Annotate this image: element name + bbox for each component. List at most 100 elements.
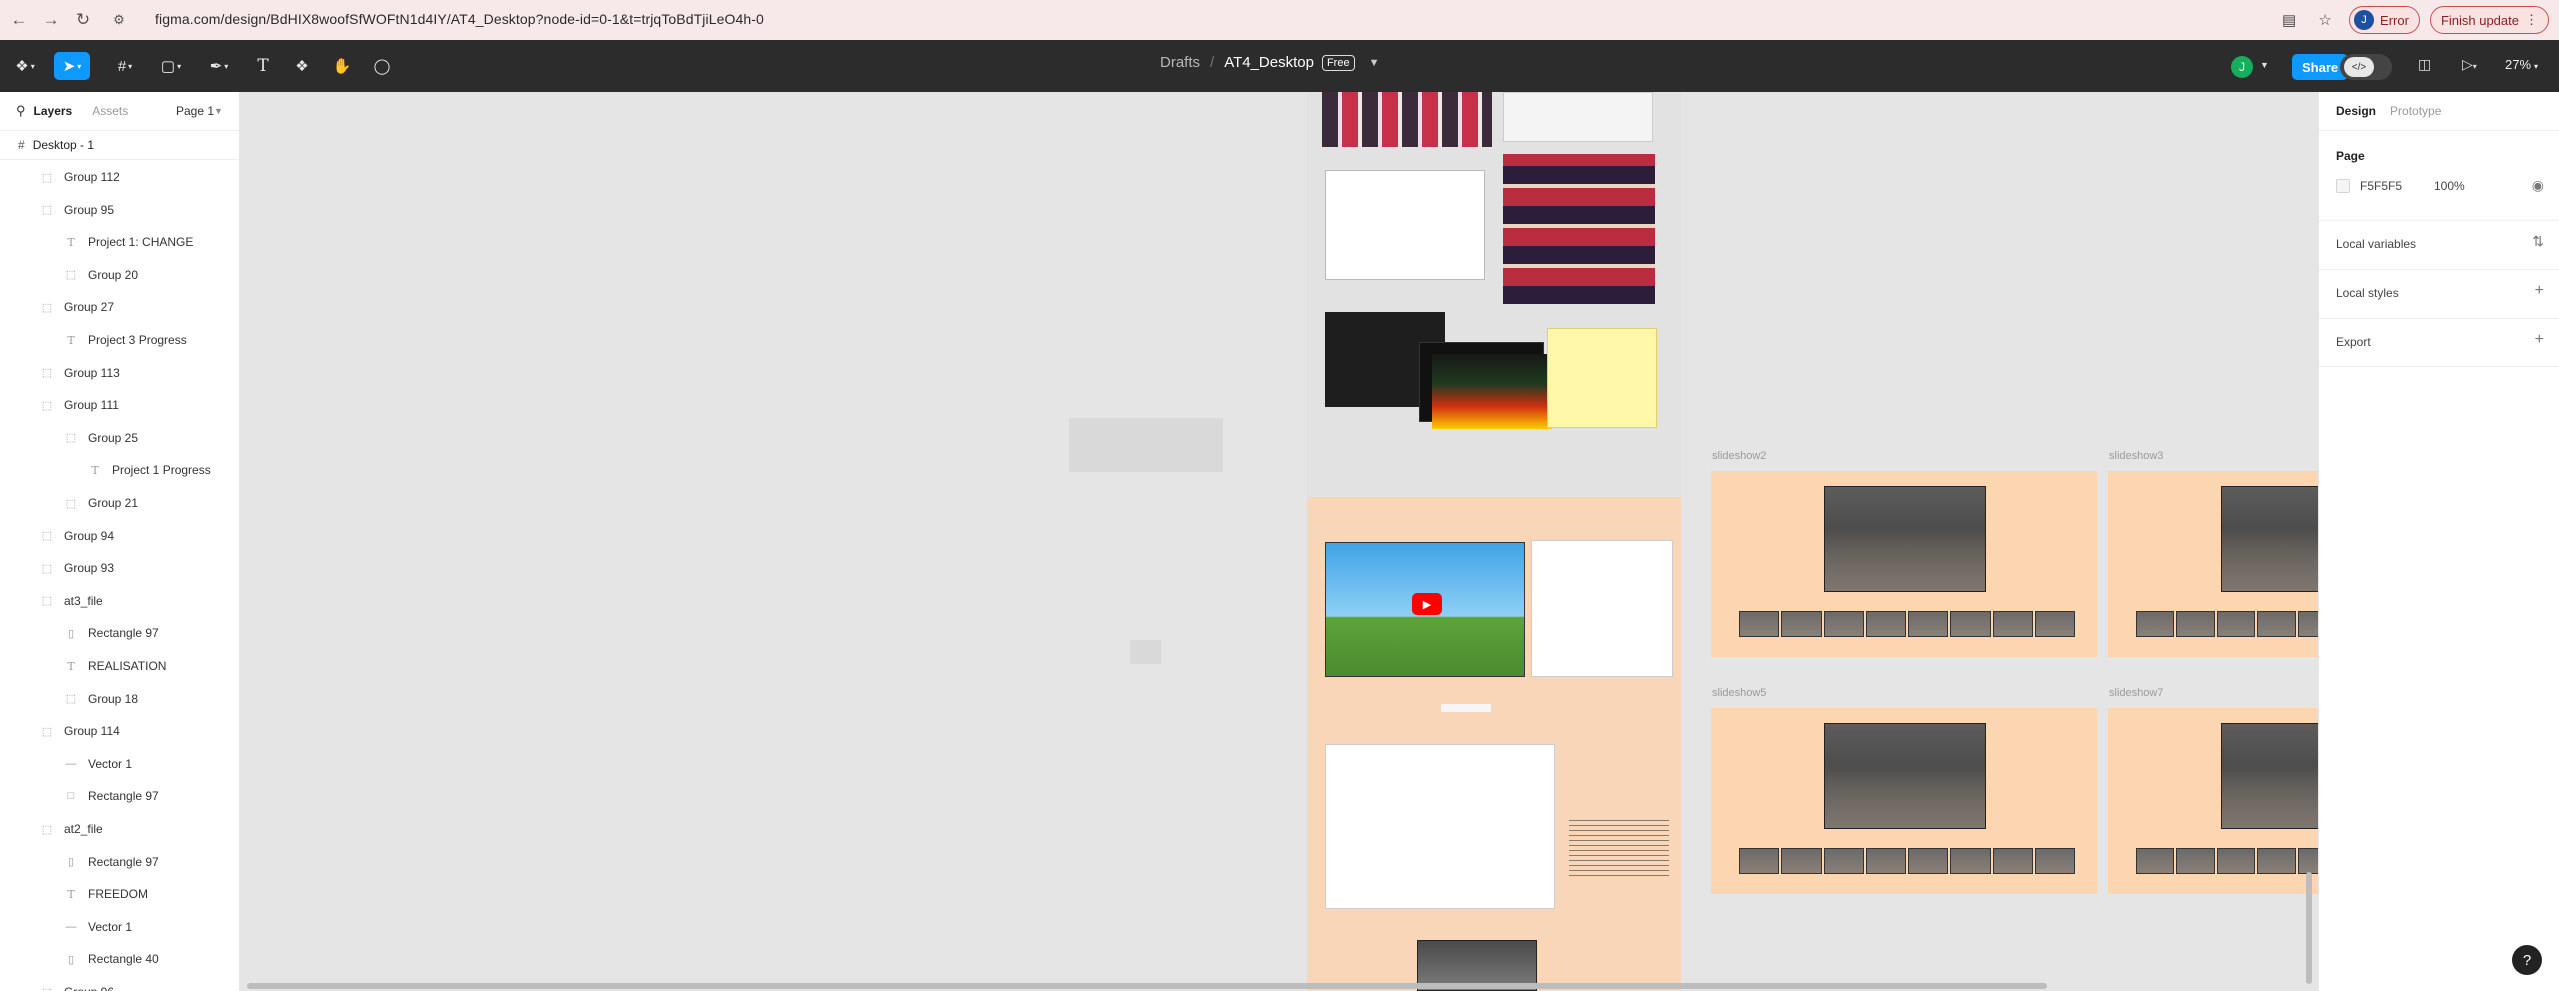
group-icon: ⬚ [65, 432, 77, 445]
tab-design[interactable]: Design [2336, 104, 2376, 118]
layer-row[interactable]: ⬚ Group 18 [64, 683, 138, 715]
frame-label-slideshow3[interactable]: slideshow3 [2109, 450, 2163, 462]
user-avatar[interactable]: J [2231, 56, 2253, 78]
frame-tool-icon[interactable]: # ▾ [110, 52, 140, 80]
text-icon: T [67, 887, 75, 901]
comment-icon[interactable]: ◯ [370, 52, 394, 80]
frame-label-slideshow5[interactable]: slideshow5 [1712, 687, 1766, 699]
slideshow5-frame[interactable] [1711, 708, 2097, 894]
layer-row[interactable]: ⬚ Group 95 [40, 194, 114, 226]
present-play-icon[interactable]: ▷▾ [2462, 56, 2477, 73]
figma-toolbar: ❖ ▾ ➤ ▾ # ▾ ▢ ▾ ✒ ▾ T ❖ ✋ ◯ Drafts / AT4_Desk… [0, 40, 2559, 92]
layer-row[interactable]: ⬚ Group 21 [64, 487, 138, 519]
layer-row[interactable]: T Project 3 Progress [64, 324, 186, 356]
plan-badge: Free [1321, 54, 1355, 71]
frame-label-slideshow2[interactable]: slideshow2 [1712, 450, 1766, 462]
slideshow7-frame[interactable] [2108, 708, 2318, 894]
page-color-hex[interactable]: F5F5F5 [2360, 179, 2434, 193]
layer-label: FREEDOM [88, 887, 148, 902]
variables-settings-icon[interactable]: ⇅ [2532, 233, 2544, 250]
tab-layers[interactable]: Layers [34, 104, 73, 118]
design-canvas[interactable]: ▶ slideshow2 slideshow3 slideshow5 slide… [241, 92, 2318, 991]
chevron-down-icon[interactable]: ▼ [214, 106, 223, 116]
layer-row[interactable]: T FREEDOM [64, 878, 148, 910]
layer-row[interactable]: ⬚ at2_file [40, 813, 103, 845]
layer-row[interactable]: T Project 1 Progress [88, 454, 210, 486]
search-icon[interactable]: ⚲ [16, 103, 26, 119]
local-variables-section[interactable]: Local variables ⇅ [2319, 220, 2559, 269]
page-color-row[interactable]: F5F5F5 100% [2336, 179, 2465, 193]
layer-row[interactable]: ⬚ Group 96 [40, 976, 114, 991]
layer-row[interactable]: ▯ Rectangle 97 [64, 846, 159, 878]
layer-row[interactable]: ⬚ Group 113 [40, 357, 120, 389]
finish-update-button[interactable]: Finish update ⋮ [2429, 6, 2549, 34]
layer-row[interactable]: T Project 1: CHANGE [64, 226, 193, 258]
presentation-frame[interactable]: ▶ [1307, 92, 1681, 991]
layer-label: Vector 1 [88, 919, 133, 934]
layer-label: Group 114 [64, 724, 120, 739]
video-thumbnail: ▶ [1325, 542, 1525, 677]
placeholder-rectangle[interactable] [1069, 418, 1223, 472]
reload-icon[interactable]: ↻ [70, 7, 96, 33]
layer-row[interactable]: T REALISATION [64, 650, 166, 682]
add-style-icon[interactable]: + [2535, 282, 2544, 300]
library-book-icon[interactable]: ◫ [2418, 56, 2431, 73]
layer-row[interactable]: ⬚ at3_file [40, 585, 103, 617]
layers-panel-tabs: ⚲ Layers Assets Page 1 ▼ [0, 92, 239, 130]
chevron-down-icon[interactable]: ▼ [2260, 60, 2269, 70]
eye-icon[interactable]: ◉ [2532, 177, 2544, 194]
tab-assets[interactable]: Assets [92, 104, 128, 118]
root-frame-layer[interactable]: # Desktop - 1 [0, 130, 239, 160]
local-variables-label: Local variables [2336, 237, 2417, 251]
layer-label: Group 113 [64, 365, 120, 380]
placeholder-square[interactable] [1130, 640, 1161, 664]
page-selector[interactable]: Page 1 [176, 104, 214, 118]
slideshow2-frame[interactable] [1711, 471, 2097, 657]
layer-row[interactable]: ⬚ Group 114 [40, 715, 120, 747]
dev-mode-toggle[interactable]: </> [2340, 54, 2392, 80]
figma-menu-icon[interactable]: ❖ ▾ [10, 52, 40, 80]
vertical-scrollbar[interactable] [2306, 872, 2312, 984]
layer-row[interactable]: ⬚ Group 20 [64, 259, 138, 291]
layer-row[interactable]: □ Rectangle 97 [64, 780, 159, 812]
page-opacity[interactable]: 100% [2434, 179, 2465, 193]
components-icon[interactable]: ❖ [290, 52, 314, 80]
shape-tool-icon[interactable]: ▢ ▾ [156, 52, 186, 80]
layer-row[interactable]: ⬚ Group 112 [40, 161, 120, 193]
text-tool-icon[interactable]: T [252, 52, 274, 80]
horizontal-scrollbar[interactable] [247, 983, 2047, 989]
zoom-level[interactable]: 27% ▾ [2505, 57, 2538, 72]
forward-icon[interactable]: → [38, 7, 64, 33]
layer-row[interactable]: ⬚ Group 27 [40, 291, 114, 323]
file-name[interactable]: AT4_Desktop [1224, 54, 1314, 71]
profile-error-button[interactable]: J Error [2349, 6, 2420, 34]
slideshow-main-image [1824, 486, 1986, 592]
layer-row[interactable]: ⬚ Group 93 [40, 552, 114, 584]
bookmark-star-icon[interactable]: ☆ [2313, 8, 2337, 32]
youtube-play-icon: ▶ [1412, 593, 1442, 615]
pen-tool-icon[interactable]: ✒ ▾ [204, 52, 234, 80]
add-export-icon[interactable]: + [2535, 331, 2544, 349]
layer-row[interactable]: ▯ Rectangle 40 [64, 943, 159, 975]
layer-row[interactable]: ⬚ Group 111 [40, 389, 119, 421]
export-section[interactable]: Export + [2319, 318, 2559, 367]
tab-prototype[interactable]: Prototype [2390, 104, 2441, 118]
site-info-icon[interactable]: ⚙ [106, 7, 132, 33]
layer-row[interactable]: ▯ Rectangle 97 [64, 617, 159, 649]
layer-row[interactable]: — Vector 1 [64, 748, 133, 780]
page-color-swatch[interactable] [2336, 179, 2350, 193]
move-tool-icon[interactable]: ➤ ▾ [54, 52, 90, 80]
breadcrumb-drafts[interactable]: Drafts [1160, 54, 1200, 71]
local-styles-section[interactable]: Local styles + [2319, 269, 2559, 318]
hand-tool-icon[interactable]: ✋ [330, 52, 354, 80]
layer-row[interactable]: — Vector 1 [64, 911, 133, 943]
chevron-down-icon[interactable]: ▼ [1369, 57, 1380, 69]
help-button[interactable]: ? [2512, 945, 2542, 975]
back-icon[interactable]: ← [6, 7, 32, 33]
layer-row[interactable]: ⬚ Group 25 [64, 422, 138, 454]
layer-row[interactable]: ⬚ Group 94 [40, 520, 114, 552]
frame-label-slideshow7[interactable]: slideshow7 [2109, 687, 2163, 699]
address-bar[interactable]: figma.com/design/BdHIX8woofSfWOFtN1d4IY/… [155, 11, 764, 27]
slideshow3-frame[interactable] [2108, 471, 2318, 657]
reading-list-icon[interactable]: ▤ [2277, 8, 2301, 32]
